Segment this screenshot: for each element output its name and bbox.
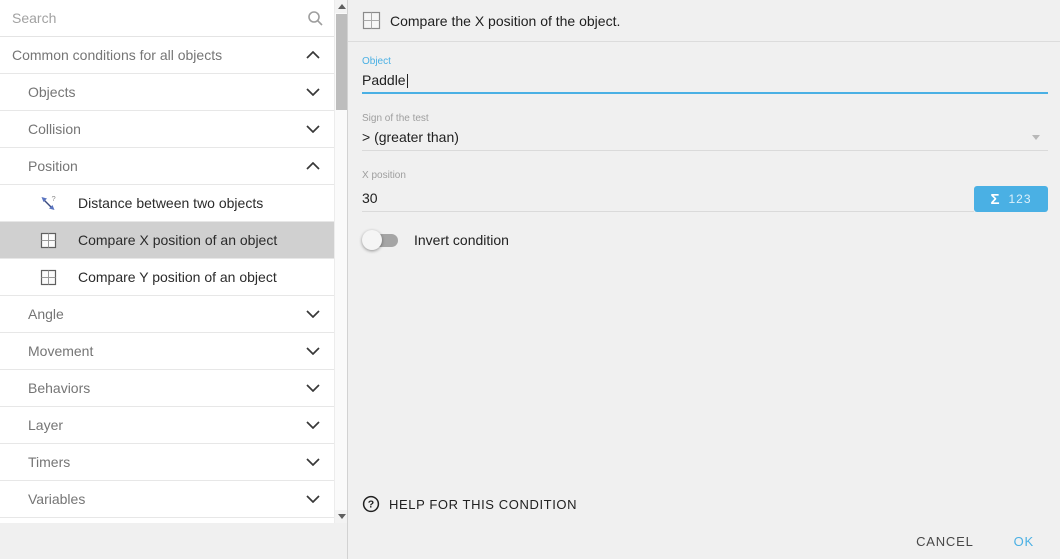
chevron-down-icon — [306, 310, 320, 318]
condition-title: Compare the X position of the object. — [390, 13, 620, 29]
sidebar-item-label: Behaviors — [28, 380, 306, 396]
sigma-icon: Σ — [990, 191, 999, 208]
distance-icon: ? — [36, 194, 60, 212]
object-field-input[interactable]: Paddle — [362, 72, 1048, 94]
sidebar-item-compare-y-position[interactable]: Compare Y position of an object — [0, 259, 334, 296]
sidebar-item-label: Common conditions for all objects — [12, 47, 306, 63]
sidebar-item-common-conditions[interactable]: Common conditions for all objects — [0, 37, 334, 74]
compare-position-icon — [362, 11, 381, 30]
cancel-button[interactable]: CANCEL — [914, 530, 976, 553]
sidebar-item-layer[interactable]: Layer — [0, 407, 334, 444]
help-label: HELP FOR THIS CONDITION — [389, 497, 577, 512]
x-position-input[interactable]: 30 — [362, 190, 974, 212]
sidebar-item-label: Objects — [28, 84, 306, 100]
expression-editor-button[interactable]: Σ 123 — [974, 186, 1048, 212]
sidebar-item-label: Compare Y position of an object — [60, 269, 334, 285]
sidebar-scrollbar[interactable] — [334, 0, 347, 523]
chevron-down-icon — [306, 88, 320, 96]
x-position-field-label: X position — [362, 170, 1048, 181]
dialog-footer: CANCEL OK — [348, 523, 1060, 559]
help-link[interactable]: ? HELP FOR THIS CONDITION — [348, 489, 1060, 519]
panel-spacer — [348, 252, 1060, 489]
sidebar-item-label: Timers — [28, 454, 306, 470]
sidebar-item-variables[interactable]: Variables — [0, 481, 334, 518]
sidebar-item-label: Layer — [28, 417, 306, 433]
chevron-down-icon — [306, 421, 320, 429]
sidebar-item-behaviors[interactable]: Behaviors — [0, 370, 334, 407]
search-icon — [307, 10, 324, 27]
sidebar-item-collision[interactable]: Collision — [0, 111, 334, 148]
sidebar-item-label: Position — [28, 158, 306, 174]
sidebar-item-timers[interactable]: Timers — [0, 444, 334, 481]
dropdown-caret-icon — [1032, 135, 1040, 140]
chevron-down-icon — [306, 495, 320, 503]
sidebar-item-label: Angle — [28, 306, 306, 322]
invert-condition-toggle[interactable] — [362, 230, 400, 250]
sidebar-item-label: Variables — [28, 491, 306, 507]
conditions-sidebar: Common conditions for all objects Object… — [0, 0, 334, 523]
numbers-icon: 123 — [1008, 192, 1031, 206]
svg-text:?: ? — [368, 499, 374, 511]
ok-button[interactable]: OK — [1012, 530, 1036, 553]
toggle-knob — [362, 230, 382, 250]
sidebar-item-angle[interactable]: Angle — [0, 296, 334, 333]
sign-selected-value: > (greater than) — [362, 129, 459, 145]
sidebar-item-label: Movement — [28, 343, 306, 359]
sidebar-item-movement[interactable]: Movement — [0, 333, 334, 370]
chevron-up-icon — [306, 51, 320, 59]
chevron-down-icon — [306, 384, 320, 392]
search-bar — [0, 0, 334, 37]
help-icon: ? — [362, 495, 380, 513]
sign-field-label: Sign of the test — [362, 113, 1048, 124]
text-cursor — [407, 74, 408, 88]
sidebar-item-label: Collision — [28, 121, 306, 137]
svg-text:?: ? — [52, 194, 56, 203]
sidebar-item-label: Compare X position of an object — [60, 232, 334, 248]
x-position-field: X position 30 Σ 123 — [362, 170, 1048, 212]
chevron-down-icon — [306, 458, 320, 466]
object-field-label: Object — [362, 56, 1048, 67]
sidebar-item-distance-between-two-objects[interactable]: ? Distance between two objects — [0, 185, 334, 222]
sign-select[interactable]: > (greater than) — [362, 129, 1048, 151]
x-position-value: 30 — [362, 190, 378, 206]
chevron-down-icon — [306, 347, 320, 355]
scrollbar-thumb[interactable] — [336, 14, 347, 110]
chevron-up-icon — [306, 162, 320, 170]
invert-condition-row: Invert condition — [362, 228, 1048, 252]
sidebar-item-label: Distance between two objects — [60, 195, 334, 211]
invert-condition-label: Invert condition — [414, 232, 509, 248]
sidebar-item-compare-x-position[interactable]: Compare X position of an object — [0, 222, 334, 259]
condition-header: Compare the X position of the object. — [348, 0, 1060, 42]
condition-form: Object Paddle Sign of the test > (greate… — [348, 42, 1060, 252]
condition-editor-panel: Compare the X position of the object. Ob… — [347, 0, 1060, 559]
sidebar-item-position[interactable]: Position — [0, 148, 334, 185]
sidebar-item-objects[interactable]: Objects — [0, 74, 334, 111]
compare-position-icon — [36, 232, 60, 249]
chevron-down-icon — [306, 125, 320, 133]
sign-field: Sign of the test > (greater than) — [362, 113, 1048, 151]
object-field-value: Paddle — [362, 72, 406, 88]
object-field: Object Paddle — [362, 56, 1048, 94]
search-input[interactable] — [12, 10, 307, 26]
compare-position-icon — [36, 269, 60, 286]
